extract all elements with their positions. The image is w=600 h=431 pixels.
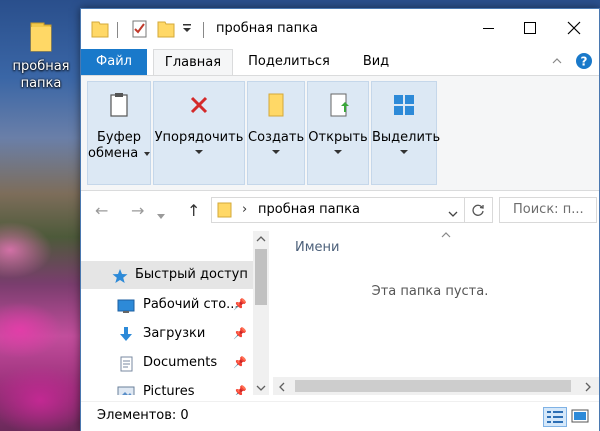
dropdown-arrow-icon	[195, 150, 203, 154]
organize-label: Упорядочить	[154, 130, 244, 145]
select-group-button[interactable]: Выделить	[371, 81, 441, 185]
nav-item-label: Быстрый доступ	[135, 267, 248, 282]
nav-item-label: Documents	[143, 355, 218, 370]
organize-group-button[interactable]: Упорядочить	[153, 81, 245, 185]
empty-folder-message: Эта папка пуста.	[371, 284, 489, 299]
folder-icon	[91, 19, 109, 39]
clipboard-label-2: обмена	[88, 146, 139, 161]
desktop-folder-shortcut[interactable]: пробная папка	[8, 22, 74, 92]
pin-icon[interactable]: 📌	[233, 349, 247, 377]
new-folder-quick-icon[interactable]	[157, 19, 175, 39]
star-icon	[111, 267, 129, 283]
folder-icon	[216, 201, 234, 223]
nav-pane-scrollbar[interactable]	[253, 231, 269, 395]
nav-item-pictures[interactable]: Pictures 📌	[81, 378, 253, 395]
open-group-button[interactable]: Открыть	[307, 81, 369, 185]
ribbon-tabs: Файл Главная Поделиться Вид ?	[81, 49, 599, 76]
pictures-icon	[117, 384, 135, 395]
folder-icon	[30, 22, 52, 52]
scroll-up-icon[interactable]	[256, 233, 266, 248]
address-bar[interactable]: › пробная папка	[211, 197, 493, 223]
scroll-down-icon[interactable]	[256, 382, 266, 397]
minimize-button[interactable]	[465, 13, 511, 43]
explorer-window: пробная папка Файл Главная Поделиться Ви…	[80, 8, 600, 431]
pin-icon[interactable]: 📌	[233, 291, 247, 319]
properties-icon[interactable]	[131, 19, 149, 39]
download-arrow-icon	[117, 326, 135, 342]
refresh-icon[interactable]	[470, 202, 486, 222]
scroll-right-icon[interactable]	[583, 381, 593, 396]
new-group-button[interactable]: Создать	[247, 81, 305, 185]
desktop-folder-label: пробная папка	[12, 59, 70, 91]
clipboard-group-button[interactable]: Буфер обмена	[87, 81, 151, 185]
tab-share[interactable]: Поделиться	[241, 49, 337, 75]
svg-text:?: ?	[581, 55, 588, 69]
address-row: ← → ↑ › пробная папка Поиск: п...	[81, 195, 599, 225]
maximize-button[interactable]	[507, 13, 553, 43]
toolbar-separator	[117, 22, 118, 38]
nav-item-documents[interactable]: Documents 📌	[81, 349, 253, 377]
nav-item-label: Загрузки	[143, 326, 206, 341]
up-arrow-icon[interactable]: ↑	[187, 201, 200, 220]
sort-chevron-icon	[441, 228, 451, 243]
back-arrow-icon[interactable]: ←	[95, 201, 108, 220]
nav-item-desktop[interactable]: Рабочий сто... 📌	[81, 291, 253, 319]
delete-x-icon	[184, 90, 214, 120]
select-all-icon	[389, 90, 419, 120]
forward-arrow-icon[interactable]: →	[131, 201, 144, 220]
window-title: пробная папка	[216, 21, 318, 36]
file-list-area[interactable]: Имени Эта папка пуста.	[273, 231, 599, 395]
pin-icon[interactable]: 📌	[233, 320, 247, 348]
dropdown-arrow-icon	[144, 151, 151, 156]
open-properties-icon	[323, 90, 353, 120]
new-label: Создать	[248, 130, 305, 145]
desktop-icon	[117, 297, 135, 313]
dropdown-arrow-icon	[400, 150, 408, 154]
clipboard-label-1: Буфер	[97, 130, 141, 145]
ribbon: Буфер обмена Упорядочить Создать Открыть…	[81, 75, 599, 191]
navigation-pane: Быстрый доступ Рабочий сто... 📌 Загрузки…	[81, 231, 271, 395]
content-horizontal-scrollbar[interactable]	[273, 377, 599, 395]
pin-icon[interactable]: 📌	[233, 378, 247, 395]
nav-item-label: Pictures	[143, 384, 195, 395]
select-label: Выделить	[372, 130, 441, 145]
details-view-icon[interactable]	[543, 407, 567, 427]
collapse-ribbon-icon[interactable]	[551, 55, 563, 71]
scroll-left-icon[interactable]	[277, 381, 287, 396]
breadcrumb-chevron-icon[interactable]: ›	[242, 202, 247, 217]
large-icons-view-icon[interactable]	[569, 407, 591, 425]
nav-item-label: Рабочий сто...	[143, 297, 239, 312]
items-count: Элементов: 0	[97, 408, 189, 423]
tab-home[interactable]: Главная	[153, 49, 233, 76]
nav-item-downloads[interactable]: Загрузки 📌	[81, 320, 253, 348]
status-bar: Элементов: 0	[81, 401, 599, 431]
scrollbar-thumb[interactable]	[295, 380, 571, 392]
tab-view[interactable]: Вид	[351, 49, 401, 75]
toolbar-separator	[203, 22, 204, 38]
address-path[interactable]: пробная папка	[258, 202, 360, 217]
open-label: Открыть	[308, 130, 368, 145]
help-icon[interactable]: ?	[575, 52, 593, 74]
title-bar: пробная папка	[81, 9, 599, 47]
search-input[interactable]: Поиск: п...	[499, 197, 597, 223]
column-header-name[interactable]: Имени	[295, 240, 339, 255]
tab-file[interactable]: Файл	[81, 49, 147, 75]
dropdown-arrow-icon	[334, 150, 342, 154]
clipboard-icon	[104, 90, 134, 120]
close-button[interactable]	[551, 13, 597, 43]
dropdown-arrow-icon	[272, 150, 280, 154]
new-folder-icon	[261, 90, 291, 120]
scrollbar-thumb[interactable]	[255, 249, 267, 305]
recent-dropdown-icon[interactable]	[157, 205, 165, 224]
document-icon	[117, 355, 135, 372]
nav-item-quick-access[interactable]: Быстрый доступ	[81, 261, 253, 289]
customize-toolbar-dropdown-icon[interactable]	[181, 21, 193, 41]
address-dropdown-icon[interactable]	[448, 207, 458, 222]
